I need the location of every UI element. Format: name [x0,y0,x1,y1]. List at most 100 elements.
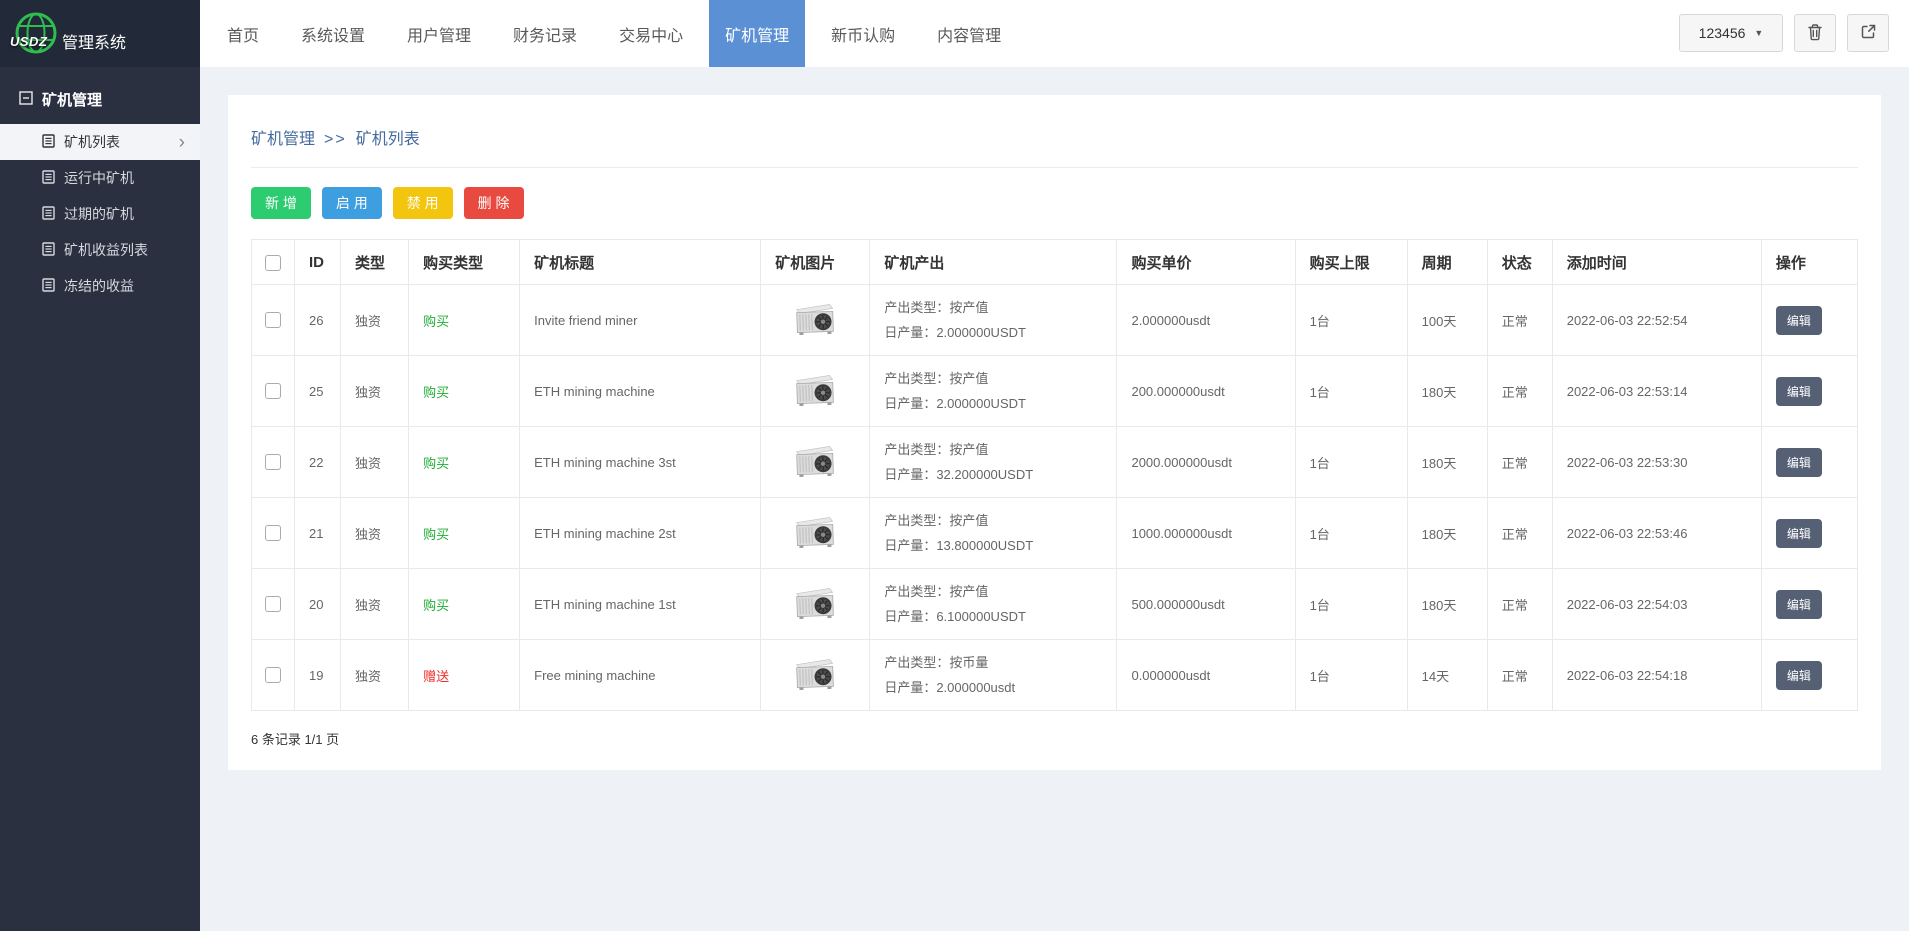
cell-period: 180天 [1406,426,1488,498]
sidebar-section-miner-management[interactable]: 矿机管理 [0,67,200,124]
col-limit: 购买上限 [1294,239,1408,285]
nav-item-home[interactable]: 首页 [211,0,275,67]
cell-limit: 1台 [1294,355,1408,427]
sidebar-item-miner-earnings-list[interactable]: 矿机收益列表 [0,232,200,268]
nav-item-new-coin-subscription[interactable]: 新币认购 [815,0,911,67]
col-image: 矿机图片 [760,239,871,285]
breadcrumb-current[interactable]: 矿机列表 [356,131,420,148]
edit-button[interactable]: 编辑 [1775,589,1822,619]
nav-item-finance-records[interactable]: 财务记录 [497,0,593,67]
cell-title: ETH mining machine 1st [519,568,762,640]
col-period: 周期 [1406,239,1488,285]
output-type-line: 产出类型：按产值 [884,513,989,528]
cell-type: 独资 [340,426,410,498]
nav-item-system-settings[interactable]: 系统设置 [285,0,381,67]
list-icon [42,169,55,187]
nav-item-miner-management[interactable]: 矿机管理 [709,0,806,67]
miner-table: ID 类型 购买类型 矿机标题 矿机图片 矿机产出 购买单价 购买上限 周期 状… [250,239,1859,711]
cell-limit: 1台 [1294,568,1408,640]
record-summary: 6 条记录 1/1 页 [251,732,340,747]
trash-button[interactable] [1794,14,1836,52]
cell-type: 独资 [340,284,410,356]
sidebar-item-label: 矿机列表 [64,134,120,150]
cell-type: 独资 [340,568,410,640]
row-checkbox[interactable] [265,383,281,400]
row-checkbox[interactable] [265,525,281,542]
cell-type: 独资 [340,355,410,427]
edit-button[interactable]: 编辑 [1775,660,1822,690]
cell-title: ETH mining machine 2st [519,497,762,569]
user-menu-button[interactable]: 123456 ▼ [1679,14,1783,52]
cell-buy-type[interactable]: 购买 [408,568,521,640]
cell-period: 180天 [1406,568,1488,640]
cell-price: 1000.000000usdt [1116,497,1296,569]
col-buy-type: 购买类型 [408,239,521,285]
cell-output: 产出类型：按产值 日产量：6.100000USDT [869,568,1118,640]
cell-id: 21 [294,497,342,569]
cell-created: 2022-06-03 22:54:03 [1551,568,1762,640]
sidebar-item-expired-miners[interactable]: 过期的矿机 [0,196,200,232]
cell-status: 正常 [1486,639,1553,711]
exit-button[interactable] [1847,14,1889,52]
breadcrumb-parent[interactable]: 矿机管理 [251,131,315,148]
delete-button[interactable]: 删 除 [463,187,524,219]
miner-image [792,655,839,696]
cell-price: 2.000000usdt [1116,284,1296,356]
nav-item-user-management[interactable]: 用户管理 [391,0,487,67]
breadcrumb-separator: >> [324,131,347,148]
globe-icon: USDZ [10,9,60,59]
row-checkbox[interactable] [265,667,281,684]
cell-output: 产出类型：按产值 日产量：2.000000USDT [869,284,1118,356]
sidebar-item-running-miners[interactable]: 运行中矿机 [0,160,200,196]
col-created: 添加时间 [1551,239,1762,285]
nav-item-content-management[interactable]: 内容管理 [921,0,1017,67]
miner-image [792,513,839,554]
disable-button[interactable]: 禁 用 [392,187,453,219]
output-daily-line: 日产量：6.100000USDT [884,609,1026,624]
cell-status: 正常 [1486,497,1553,569]
edit-button[interactable]: 编辑 [1775,518,1822,548]
enable-button[interactable]: 启 用 [321,187,382,219]
output-daily-line: 日产量：2.000000usdt [884,680,1016,695]
logo-usdz-text: USDZ [10,33,48,49]
chevron-right-icon: › [178,131,185,153]
sidebar-item-frozen-earnings[interactable]: 冻结的收益 [0,268,200,304]
table-row: 19 独资 赠送 Free mining machine 产出类型：按币量 日产… [250,639,1859,711]
cell-status: 正常 [1486,284,1553,356]
cell-buy-type[interactable]: 购买 [408,497,521,569]
content-card: 矿机管理 >> 矿机列表 新 增 启 用 禁 用 删 除 ID 类型 购买类型 … [228,95,1881,770]
edit-button[interactable]: 编辑 [1775,305,1822,335]
cell-id: 22 [294,426,342,498]
cell-buy-type[interactable]: 购买 [408,426,521,498]
table-row: 22 独资 购买 ETH mining machine 3st 产出类型：按产值… [250,426,1859,498]
cell-id: 25 [294,355,342,427]
list-icon [42,241,55,259]
miner-image [792,371,839,412]
edit-button[interactable]: 编辑 [1775,447,1822,477]
breadcrumb: 矿机管理 >> 矿机列表 [251,113,1858,168]
cell-title: ETH mining machine 3st [519,426,762,498]
cell-created: 2022-06-03 22:52:54 [1551,284,1762,356]
topbar-actions: 123456 ▼ [1679,14,1889,52]
edit-button[interactable]: 编辑 [1775,376,1822,406]
nav-item-trade-center[interactable]: 交易中心 [603,0,699,67]
cell-buy-type[interactable]: 购买 [408,284,521,356]
cell-buy-type[interactable]: 购买 [408,355,521,427]
cell-type: 独资 [340,639,410,711]
sidebar-item-miner-list[interactable]: 矿机列表 › [0,124,200,160]
miner-image [792,584,839,625]
row-checkbox[interactable] [265,596,281,613]
col-price: 购买单价 [1116,239,1296,285]
cell-period: 14天 [1406,639,1488,711]
table-row: 26 独资 购买 Invite friend miner 产出类型：按产值 日产… [250,284,1859,356]
miner-image [792,442,839,483]
select-all-checkbox[interactable] [265,254,281,271]
row-checkbox[interactable] [265,454,281,471]
row-checkbox[interactable] [265,312,281,329]
cell-buy-type[interactable]: 赠送 [408,639,521,711]
output-daily-line: 日产量：13.800000USDT [884,538,1034,553]
cell-period: 180天 [1406,497,1488,569]
add-button[interactable]: 新 增 [251,187,311,219]
cell-output: 产出类型：按产值 日产量：2.000000USDT [869,355,1118,427]
cell-output: 产出类型：按币量 日产量：2.000000usdt [869,639,1118,711]
